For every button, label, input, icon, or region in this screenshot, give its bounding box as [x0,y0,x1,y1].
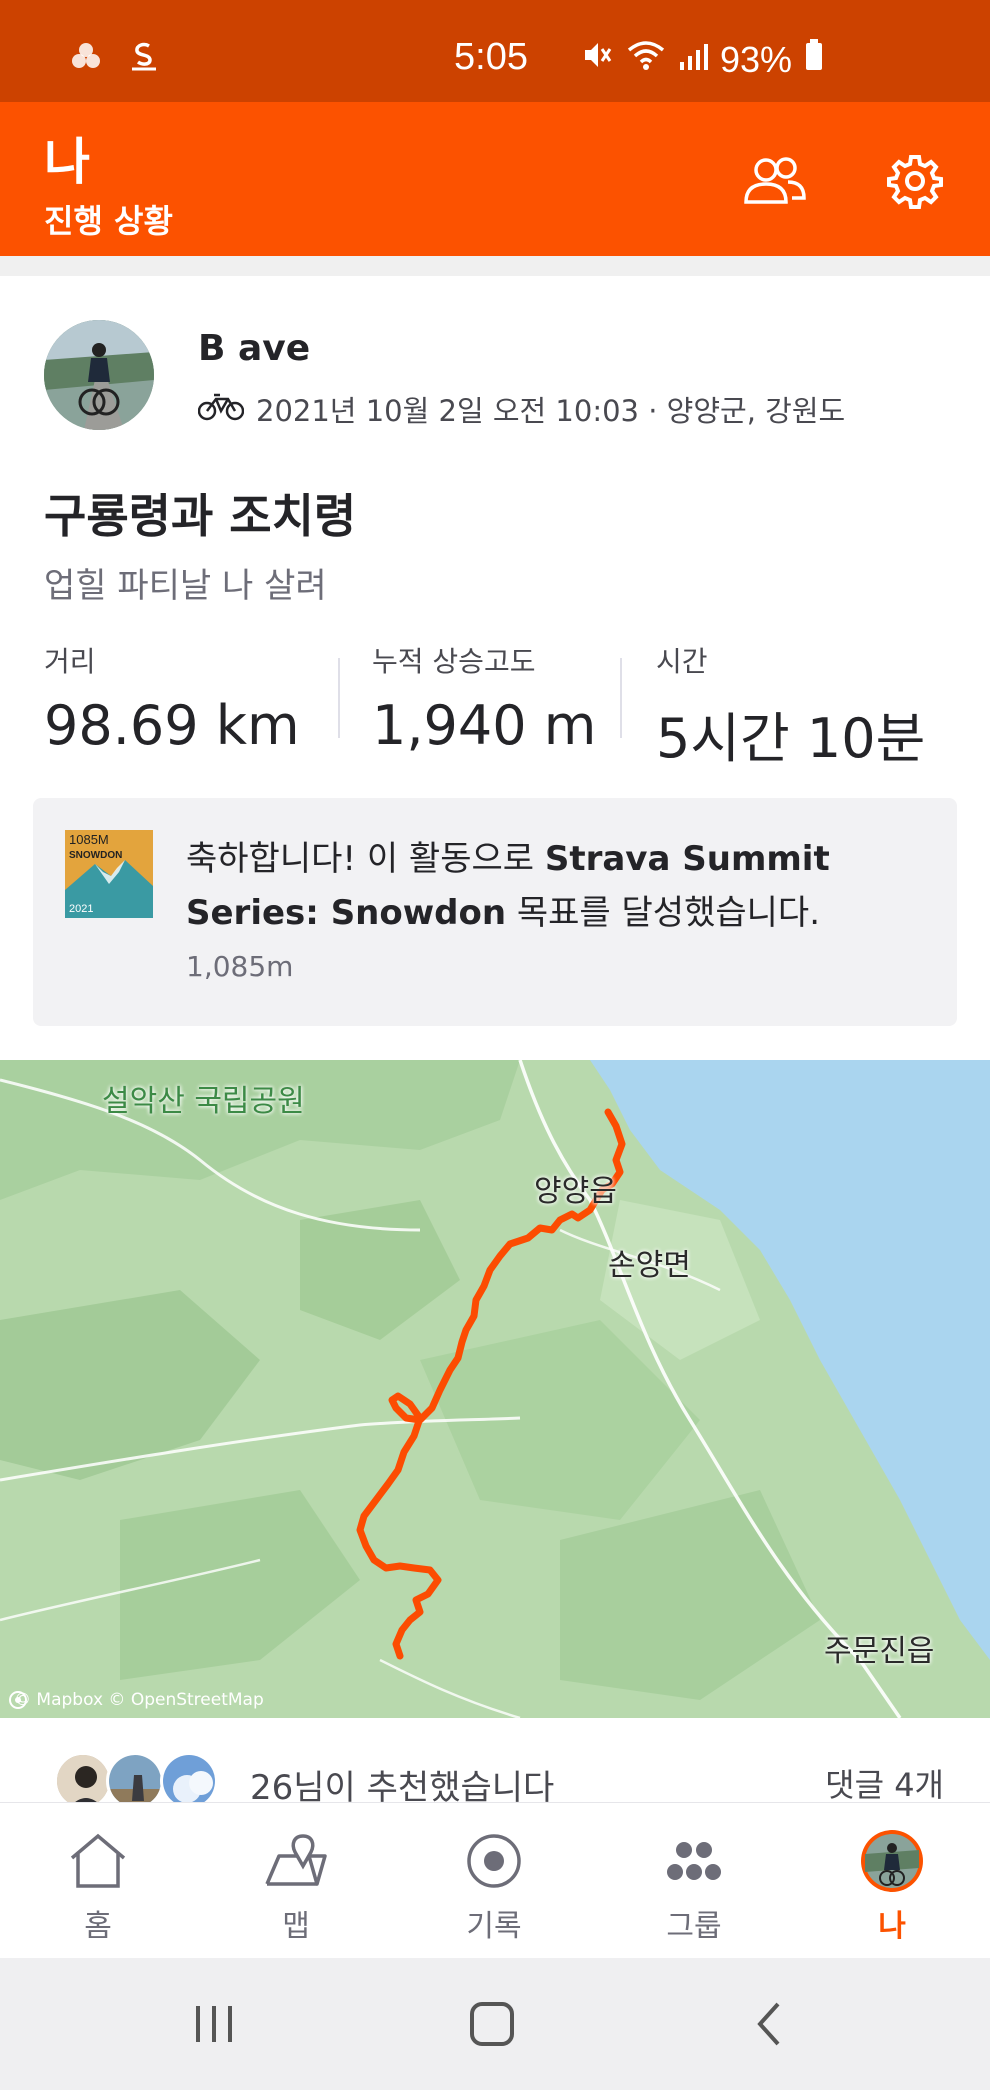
snowdon-badge-icon: 1085M SNOWDON 2021 [65,830,153,918]
activity-title[interactable]: 구룡령과 조치령 [44,480,356,546]
wifi-icon [626,38,666,81]
nav-home[interactable]: 홈 [28,1831,168,1945]
stat-time: 시간 5시간 10분 [656,640,925,773]
activity-description: 업힐 파티날 나 살려 [44,566,327,606]
activity-date-location: 2021년 10월 2일 오전 10:03 · 양양군, 강원도 [256,394,846,428]
friends-button[interactable] [740,148,810,218]
map-label-park: 설악산 국립공원 [102,1084,305,1119]
nav-map[interactable]: 맵 [226,1831,366,1945]
status-bar: 5:05 93% [0,0,990,102]
status-right-icons: 93% [580,38,824,81]
nav-label: 홈 [84,1909,112,1944]
svg-text:1085M: 1085M [69,832,109,847]
mute-icon [580,38,614,81]
stat-label: 누적 상승고도 [372,645,536,678]
nav-label: 그룹 [666,1909,722,1944]
notification-dots-icon [70,42,102,74]
app-header: 나 진행 상황 [0,102,990,256]
nav-profile[interactable]: 나 [822,1828,962,1945]
svg-text:2021: 2021 [69,903,93,915]
back-chevron-icon [750,2000,790,2052]
stat-value: 98.69 km [44,694,300,757]
recent-apps-icon [192,2002,236,2050]
activity-map[interactable]: 설악산 국립공원 양양읍 손양면 주문진읍 © Mapbox © OpenStr… [0,1060,990,1718]
system-nav-bar [0,1958,990,2090]
record-icon [465,1832,523,1894]
strava-logo-icon [128,40,160,76]
map-label-town: 주문진읍 [824,1634,935,1669]
map-label-town: 양양읍 [534,1174,617,1209]
nav-label: 맵 [282,1909,310,1944]
page-title: 나 [44,133,90,191]
map-label-town: 손양면 [608,1248,691,1283]
achievement-elevation: 1,085m [186,950,294,983]
friends-icon [742,156,808,210]
battery-percent: 93% [720,38,793,80]
bike-icon [197,391,245,428]
battery-icon [804,38,824,81]
stat-label: 시간 [656,645,708,678]
map-icon [263,1832,329,1894]
home-icon [68,1832,128,1894]
recent-apps-button[interactable] [184,1998,244,2054]
groups-icon [663,1836,725,1890]
achievement-text: 축하합니다! 이 활동으로 Strava Summit Series: Snow… [186,839,830,933]
page-subtitle-tab[interactable]: 진행 상황 [44,196,173,242]
stat-value: 5시간 10분 [656,707,926,770]
stat-distance: 거리 98.69 km [44,640,300,757]
bottom-nav: 홈 맵 기록 그룹 나 [0,1802,990,1958]
stat-elevation: 누적 상승고도 1,940 m [372,640,596,757]
status-left-icons [70,40,160,76]
home-system-button[interactable] [462,1998,522,2054]
activity-stats: 거리 98.69 km 누적 상승고도 1,940 m 시간 5시간 10분 [44,640,954,770]
nav-groups[interactable]: 그룹 [624,1831,764,1945]
nav-label: 기록 [466,1909,522,1944]
profile-avatar-icon [859,1828,925,1898]
status-time: 5:05 [454,36,528,78]
stat-divider [338,658,340,738]
gear-icon [887,153,943,213]
back-button[interactable] [740,1998,800,2054]
section-separator [0,256,990,276]
nav-record[interactable]: 기록 [424,1831,564,1945]
settings-button[interactable] [880,148,950,218]
stat-divider [620,658,622,738]
nav-label: 나 [878,1909,906,1944]
kudos-row[interactable]: 26님이 추천했습니다 댓글 4개 [0,1740,990,1810]
home-square-icon [468,2000,516,2052]
signal-icon [678,39,708,81]
comments-count[interactable]: 댓글 4개 [825,1760,944,1806]
stat-value: 1,940 m [372,694,597,757]
stat-label: 거리 [44,645,96,678]
athlete-name[interactable]: B ave [198,328,310,369]
svg-text:SNOWDON: SNOWDON [69,850,122,861]
map-attribution[interactable]: © Mapbox © OpenStreetMap [8,1690,264,1710]
athlete-avatar[interactable] [44,320,154,430]
activity-meta: 2021년 10월 2일 오전 10:03 · 양양군, 강원도 [197,388,846,430]
achievement-card[interactable]: 1085M SNOWDON 2021 축하합니다! 이 활동으로 Strava … [33,798,957,1026]
